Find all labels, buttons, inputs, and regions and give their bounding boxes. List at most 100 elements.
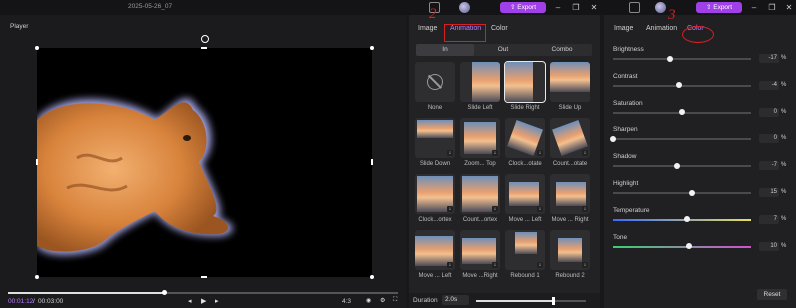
- mode-out[interactable]: Out: [474, 44, 532, 56]
- animation-item[interactable]: ↓ Count...otate: [550, 118, 590, 174]
- animation-thumbnail[interactable]: [460, 62, 500, 102]
- animation-item[interactable]: ↓ Clock...otate: [505, 118, 545, 174]
- tab-animation[interactable]: Animation: [646, 25, 677, 32]
- animation-item[interactable]: Slide Right: [504, 61, 546, 118]
- restore-icon[interactable]: ❐: [570, 1, 582, 14]
- adjustment-slider[interactable]: [613, 189, 751, 196]
- tab-color[interactable]: Color: [491, 25, 508, 32]
- animation-item[interactable]: ↓ Move ... Right: [550, 174, 590, 230]
- prev-frame-icon[interactable]: ◂: [188, 297, 192, 305]
- avatar[interactable]: [655, 2, 666, 13]
- minimize-icon[interactable]: –: [552, 1, 564, 14]
- playback-progress[interactable]: [8, 290, 398, 295]
- adjustment-knob[interactable]: [667, 55, 674, 62]
- adjustment-value[interactable]: 7: [759, 214, 779, 224]
- adjustment-knob[interactable]: [683, 216, 690, 223]
- download-icon[interactable]: ↓: [447, 262, 453, 268]
- adjustment-slider[interactable]: [613, 82, 751, 89]
- none-icon[interactable]: [415, 62, 455, 102]
- mode-combo[interactable]: Combo: [533, 44, 591, 56]
- animation-item[interactable]: ↓ Move ...Right: [460, 230, 500, 286]
- animation-item[interactable]: ↓ Count...ortex: [460, 174, 500, 230]
- animation-thumbnail[interactable]: ↓: [415, 118, 455, 158]
- download-icon[interactable]: ↓: [582, 150, 588, 156]
- tab-image[interactable]: Image: [614, 25, 633, 32]
- animation-thumbnail[interactable]: ↓: [505, 230, 545, 270]
- download-icon[interactable]: ↓: [537, 150, 543, 156]
- rotate-handle[interactable]: [201, 35, 209, 43]
- resize-handle[interactable]: [370, 46, 374, 50]
- animation-thumbnail[interactable]: ↓: [415, 230, 455, 270]
- animation-item[interactable]: Slide Up: [550, 62, 590, 118]
- adjustment-knob[interactable]: [676, 82, 683, 89]
- aspect-ratio[interactable]: 4:3: [342, 298, 351, 305]
- animation-thumbnail[interactable]: [504, 61, 546, 103]
- animation-item[interactable]: None: [415, 62, 455, 118]
- animation-thumbnail[interactable]: ↓: [550, 118, 590, 158]
- resize-handle[interactable]: [36, 159, 38, 165]
- adjustment-knob[interactable]: [685, 243, 692, 250]
- download-icon[interactable]: ↓: [447, 150, 453, 156]
- minimize-icon[interactable]: –: [748, 1, 760, 14]
- chat-icon[interactable]: [629, 2, 640, 13]
- adjustment-value[interactable]: -17: [759, 54, 779, 63]
- animation-item[interactable]: ↓ Zoom... Top: [460, 118, 500, 174]
- adjustment-slider[interactable]: [613, 55, 751, 62]
- animation-thumbnail[interactable]: ↓: [505, 174, 545, 214]
- download-icon[interactable]: ↓: [492, 262, 498, 268]
- animation-thumbnail[interactable]: ↓: [415, 174, 455, 214]
- mode-in[interactable]: In: [416, 44, 474, 56]
- animation-thumbnail[interactable]: ↓: [460, 174, 500, 214]
- close-icon[interactable]: ✕: [783, 1, 795, 14]
- resize-handle[interactable]: [35, 275, 39, 279]
- animation-item[interactable]: Slide Left: [460, 62, 500, 118]
- progress-knob[interactable]: [162, 290, 167, 295]
- animation-item[interactable]: ↓ Rebound 2: [550, 230, 590, 286]
- adjustment-knob[interactable]: [674, 162, 681, 169]
- animation-thumbnail[interactable]: ↓: [505, 118, 545, 158]
- duration-slider[interactable]: [476, 297, 586, 305]
- animation-item[interactable]: ↓ Move ... Left: [415, 230, 455, 286]
- adjustment-knob[interactable]: [689, 189, 696, 196]
- adjustment-slider[interactable]: [613, 109, 751, 116]
- adjustment-value[interactable]: 0: [759, 107, 779, 117]
- duration-input[interactable]: 2.0s: [442, 295, 469, 305]
- adjustment-slider[interactable]: [613, 216, 751, 223]
- snapshot-icon[interactable]: ◉: [366, 297, 371, 304]
- download-icon[interactable]: ↓: [537, 206, 543, 212]
- animation-thumbnail[interactable]: ↓: [550, 174, 590, 214]
- tab-image[interactable]: Image: [418, 25, 437, 32]
- preview-canvas[interactable]: [37, 48, 372, 277]
- adjustment-slider[interactable]: [613, 243, 751, 250]
- adjustment-knob[interactable]: [610, 135, 616, 142]
- download-icon[interactable]: ↓: [582, 262, 588, 268]
- resize-handle[interactable]: [371, 159, 373, 165]
- animation-thumbnail[interactable]: ↓: [460, 118, 500, 158]
- download-icon[interactable]: ↓: [492, 150, 498, 156]
- animation-item[interactable]: ↓ Slide Down: [415, 118, 455, 174]
- animation-thumbnail[interactable]: ↓: [550, 230, 590, 270]
- resize-handle[interactable]: [35, 46, 39, 50]
- animation-item[interactable]: ↓ Rebound 1: [505, 230, 545, 286]
- resize-handle[interactable]: [201, 47, 207, 49]
- reset-button[interactable]: Reset: [757, 289, 787, 300]
- download-icon[interactable]: ↓: [537, 262, 543, 268]
- adjustment-value[interactable]: 0: [759, 134, 779, 144]
- next-frame-icon[interactable]: ▸: [215, 297, 219, 305]
- adjustment-slider[interactable]: [610, 135, 751, 142]
- adjustment-value[interactable]: 10: [759, 241, 779, 251]
- animation-item[interactable]: ↓ Clock...ortex: [415, 174, 455, 230]
- close-icon[interactable]: ✕: [588, 1, 600, 14]
- animation-thumbnail[interactable]: ↓: [460, 230, 500, 270]
- resize-handle[interactable]: [370, 275, 374, 279]
- settings-icon[interactable]: ⚙: [380, 297, 385, 304]
- animation-item[interactable]: ↓ Move ... Left: [505, 174, 545, 230]
- adjustment-slider[interactable]: [613, 162, 751, 169]
- avatar[interactable]: [459, 2, 470, 13]
- adjustment-value[interactable]: -7: [759, 161, 779, 171]
- restore-icon[interactable]: ❐: [766, 1, 778, 14]
- export-button[interactable]: ⇧ Export: [500, 2, 546, 13]
- resize-handle[interactable]: [201, 276, 207, 278]
- play-icon[interactable]: ▶: [201, 297, 206, 305]
- download-icon[interactable]: ↓: [492, 206, 498, 212]
